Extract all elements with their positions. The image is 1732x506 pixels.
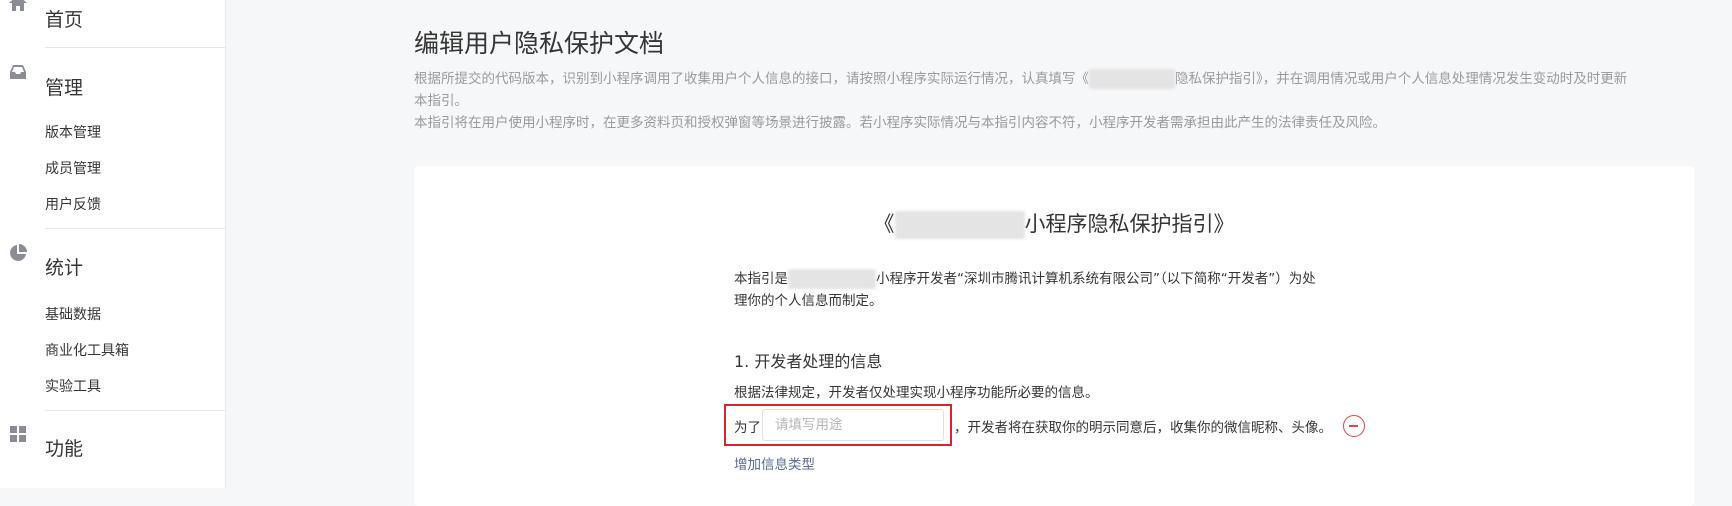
sidebar: 首页 管理 版本管理 成员管理 用户反馈 统计 基础数据 商业化工具箱 实验工具… (0, 0, 226, 488)
nav-manage-label: 管理 (45, 77, 84, 99)
page-description: 根据所提交的代码版本，识别到小程序调用了收集用户个人信息的接口，请按照小程序实际… (414, 68, 1732, 134)
nav-features-label: 功能 (45, 438, 84, 460)
section-title: 1. 开发者处理的信息 (734, 352, 883, 371)
guide-intro: 本指引是 小程序开发者“深圳市腾讯计算机系统有限公司”（以下简称“开发者”）为处 … (734, 268, 1384, 312)
redacted-app-name (894, 211, 1025, 239)
inbox-icon (8, 62, 28, 82)
description-line: 本指引将在用户使用小程序时，在更多资料页和授权弹窗等场景进行披露。若小程序实际情… (414, 115, 1386, 131)
sidebar-divider (45, 228, 225, 229)
description-line: 本指引。 (414, 93, 468, 109)
purpose-prefix: 为了 (734, 420, 761, 436)
sidebar-item-user-feedback[interactable]: 用户反馈 (45, 194, 101, 214)
purpose-input[interactable] (762, 409, 944, 441)
sidebar-divider (45, 47, 225, 48)
section-description: 根据法律规定，开发者仅处理实现小程序功能所必要的信息。 (734, 385, 1099, 401)
nav-statistics-label: 统计 (45, 257, 84, 279)
remove-circle-icon[interactable] (1343, 415, 1365, 437)
redacted-app-name (1089, 69, 1175, 89)
page-title: 编辑用户隐私保护文档 (414, 29, 665, 58)
add-info-type-link[interactable]: 增加信息类型 (734, 453, 815, 473)
info-type-row: 为了 ，开发者将在获取你的明示同意后，收集你的微信昵称、头像。 (724, 404, 1434, 446)
privacy-guide-card: 《 小程序隐私保护指引》 本指引是 小程序开发者“深圳市腾讯计算机系统有限公司”（以… (414, 166, 1694, 506)
redacted-app-name (788, 269, 876, 289)
guide-title-bracket: 《 (873, 212, 895, 236)
home-icon (8, 0, 28, 13)
guide-intro-text: 本指引是 (734, 271, 788, 287)
sidebar-divider (45, 410, 225, 411)
sidebar-item-commerce-toolbox[interactable]: 商业化工具箱 (45, 340, 129, 360)
sidebar-item-version-management[interactable]: 版本管理 (45, 122, 101, 142)
sidebar-item-experiment-tools[interactable]: 实验工具 (45, 376, 101, 396)
description-line: 根据所提交的代码版本，识别到小程序调用了收集用户个人信息的接口，请按照小程序实际… (414, 68, 1732, 90)
pie-chart-icon (8, 243, 28, 263)
description-text: 根据所提交的代码版本，识别到小程序调用了收集用户个人信息的接口，请按照小程序实际… (414, 71, 1089, 87)
guide-title-text: 小程序隐私保护指引》 (1024, 212, 1235, 236)
sidebar-item-member-management[interactable]: 成员管理 (45, 158, 101, 178)
guide-title: 《 小程序隐私保护指引》 (414, 208, 1694, 239)
sidebar-item-basic-data[interactable]: 基础数据 (45, 304, 101, 324)
guide-intro-text: 小程序开发者“深圳市腾讯计算机系统有限公司”（以下简称“开发者”）为处 (876, 271, 1316, 287)
guide-intro-line: 本指引是 小程序开发者“深圳市腾讯计算机系统有限公司”（以下简称“开发者”）为处 (734, 268, 1384, 290)
guide-intro-line: 理你的个人信息而制定。 (734, 293, 883, 309)
purpose-suffix: ，开发者将在获取你的明示同意后，收集你的微信昵称、头像。 (954, 420, 1332, 436)
main-content: 编辑用户隐私保护文档 根据所提交的代码版本，识别到小程序调用了收集用户个人信息的… (226, 0, 1732, 506)
nav-home-label: 首页 (45, 9, 84, 31)
grid-icon (8, 424, 28, 444)
description-text: 隐私保护指引》，并在调用情况或用户个人信息处理情况发生变动时及时更新 (1175, 71, 1628, 87)
